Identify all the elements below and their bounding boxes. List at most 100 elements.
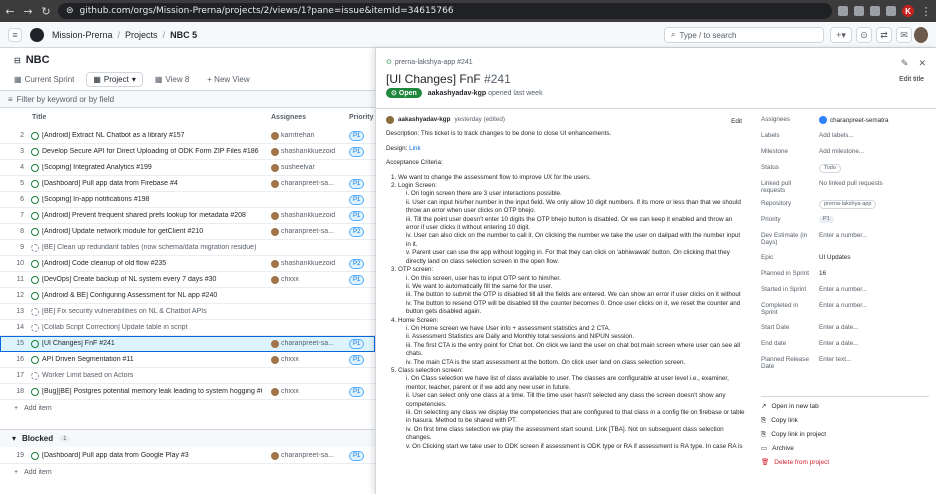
table-row[interactable]: 19 [Dashboard] Pull app data from Google … — [0, 448, 375, 464]
reload-icon[interactable]: ↻ — [40, 5, 52, 18]
row-title[interactable]: Develop Secure API for Direct Uploading … — [42, 148, 262, 155]
table-row[interactable]: 16 API Driven Segmentation #11 chxxx P1 — [0, 352, 375, 368]
add-item-button[interactable]: + Add item — [0, 400, 375, 416]
edit-title-button[interactable]: Edit title — [899, 76, 924, 83]
row-title[interactable]: [Android] Update network module for getC… — [42, 228, 262, 235]
field-epic[interactable]: Epic UI Updates — [761, 254, 929, 270]
table-row[interactable]: 6 [Scoping] In-app notifications #198 P1 — [0, 192, 375, 208]
user-avatar[interactable] — [914, 27, 928, 43]
hamburger-icon[interactable]: ≡ — [8, 27, 22, 42]
row-title[interactable]: API Driven Segmentation #11 — [42, 356, 262, 363]
profile-avatar[interactable]: K — [902, 5, 914, 17]
search-input[interactable]: ⌕ Type / to search — [664, 27, 824, 43]
blocked-group-header[interactable]: ▾ Blocked 1 — [0, 429, 375, 447]
field-started-sprint[interactable]: Started in Sprint Enter a number... — [761, 286, 929, 302]
close-icon[interactable]: ✕ — [918, 58, 926, 69]
issues-icon[interactable]: ⊙ — [856, 27, 872, 43]
table-row[interactable]: 3 Develop Secure API for Direct Uploading… — [0, 144, 375, 160]
row-title[interactable]: [DevOps] Create backup of NL system ever… — [42, 276, 262, 283]
table-row[interactable]: 17 Worker Limit based on Actors — [0, 368, 375, 384]
table-row[interactable]: 13 [BE] Fix security vulnerabilities on N… — [0, 304, 375, 320]
row-title[interactable]: [BE] Fix security vulnerabilities on NL … — [42, 308, 262, 315]
extension-icon[interactable] — [838, 6, 848, 16]
new-view-button[interactable]: + New View — [201, 73, 255, 86]
divider — [761, 396, 929, 397]
row-title[interactable]: [Dashboard] Pull app data from Google Pl… — [42, 452, 262, 459]
row-title[interactable]: Worker Limit based on Actors — [42, 372, 262, 379]
field-release-date[interactable]: Planned Release Date Enter text... — [761, 356, 929, 376]
comment-author[interactable]: aakashyadav-kgp — [398, 116, 451, 124]
sidebar-icon[interactable] — [886, 6, 896, 16]
row-title[interactable]: [Collab Script Correction] Update table … — [42, 324, 262, 331]
table-row[interactable]: 5 [Dashboard] Pull app data from Firebase… — [0, 176, 375, 192]
design-link[interactable]: Link — [409, 145, 421, 152]
breadcrumb-org[interactable]: Mission-Prerna — [52, 30, 113, 40]
table-row[interactable]: 9 [BE] Clean up redundant tables (now sch… — [0, 240, 375, 256]
extension-icon[interactable] — [854, 6, 864, 16]
forward-icon[interactable]: → — [22, 5, 34, 18]
puzzle-icon[interactable] — [870, 6, 880, 16]
tab-current-sprint[interactable]: ▦ Current Sprint — [8, 73, 80, 86]
table-row[interactable]: 2 [Android] Extract NL Chatbot as a libra… — [0, 128, 375, 144]
table-row[interactable]: 7 [Android] Prevent frequent shared prefs… — [0, 208, 375, 224]
github-logo-icon[interactable] — [30, 27, 44, 42]
chevron-down-icon[interactable]: ▾ — [12, 434, 16, 443]
author-link[interactable]: aakashyadav-kgp — [428, 90, 486, 97]
field-milestone[interactable]: Milestone Add milestone... — [761, 148, 929, 164]
archive-button[interactable]: ▭ Archive — [761, 442, 829, 456]
row-title[interactable]: [Android] Prevent frequent shared prefs … — [42, 212, 262, 219]
row-title[interactable]: [Android] Extract NL Chatbot as a librar… — [42, 132, 262, 139]
chevron-down-icon[interactable]: ▾ — [132, 75, 136, 84]
inbox-icon[interactable]: ✉ — [896, 27, 912, 43]
field-planned-sprint[interactable]: Planned in Sprint 16 — [761, 270, 929, 286]
table-row[interactable]: 4 [Scoping] Integrated Analytics #199 sush… — [0, 160, 375, 176]
field-labels[interactable]: Labels Add labels... — [761, 132, 929, 148]
field-priority[interactable]: Priority P1 — [761, 216, 929, 232]
field-assignees[interactable]: Assignees charanpreet-sematra — [761, 116, 929, 132]
field-start-date[interactable]: Start Date Enter a date... — [761, 324, 929, 340]
table-row[interactable]: 11 [DevOps] Create backup of NL system ev… — [0, 272, 375, 288]
table-row[interactable]: 14 [Collab Script Correction] Update tabl… — [0, 320, 375, 336]
row-title[interactable]: [BE] Clean up redundant tables (now sche… — [42, 244, 262, 251]
row-title[interactable]: [Android] Code cleanup of old flow #235 — [42, 260, 262, 267]
row-title[interactable]: [Scoping] In-app notifications #198 — [42, 196, 262, 203]
row-title[interactable]: [Scoping] Integrated Analytics #199 — [42, 164, 262, 171]
row-title[interactable]: [Dashboard] Pull app data from Firebase … — [42, 180, 262, 187]
table-row[interactable]: 8 [Android] Update network module for get… — [0, 224, 375, 240]
field-end-date[interactable]: End date Enter a date... — [761, 340, 929, 356]
add-item-button[interactable]: + Add item — [0, 464, 375, 480]
row-title[interactable]: [Bug][BE] Postgres potential memory leak… — [42, 388, 262, 395]
address-bar[interactable]: ⊜ github.com/orgs/Mission-Prerna/project… — [58, 3, 832, 19]
field-dev-estimate[interactable]: Dev Estimate (in Days) Enter a number... — [761, 232, 929, 254]
copy-link-button[interactable]: ⎘ Copy link — [761, 414, 829, 428]
table-row[interactable]: 12 [Android & BE] Configuring Assessment … — [0, 288, 375, 304]
breadcrumb-project[interactable]: NBC 5 — [170, 30, 197, 40]
row-title[interactable]: [UI Changes] FnF #241 — [42, 340, 262, 347]
tab-view-8[interactable]: ▦ View 8 — [149, 73, 195, 86]
pin-icon[interactable]: ✎ — [901, 58, 909, 69]
column-title[interactable]: Title — [32, 114, 46, 121]
repo-reference[interactable]: ⊙ prerna-lakshya-app #241 — [386, 58, 473, 67]
field-linked-prs[interactable]: Linked pull requests No linked pull reque… — [761, 180, 929, 200]
filter-input[interactable]: ≡ Filter by keyword or by field — [0, 90, 375, 108]
site-info-icon[interactable]: ⊜ — [66, 6, 74, 16]
table-row[interactable]: 15 [UI Changes] FnF #241 charanpreet-sa...… — [0, 336, 375, 352]
table-row[interactable]: 18 [Bug][BE] Postgres potential memory le… — [0, 384, 375, 400]
create-button[interactable]: +▾ — [830, 27, 852, 43]
table-row[interactable]: 10 [Android] Code cleanup of old flow #23… — [0, 256, 375, 272]
tab-project[interactable]: ▦ Project ▾ — [86, 71, 143, 87]
field-completed-sprint[interactable]: Completed in Sprint Enter a number... — [761, 302, 929, 324]
pull-requests-icon[interactable]: ⇄ — [876, 27, 892, 43]
copy-project-link-button[interactable]: ⎘ Copy link in project — [761, 428, 829, 442]
edit-comment-button[interactable]: Edit — [731, 118, 742, 126]
row-title[interactable]: [Android & BE] Configuring Assessment fo… — [42, 292, 262, 299]
open-new-tab-button[interactable]: ↗ Open in new tab — [761, 400, 829, 414]
field-repository[interactable]: Repository prerna-lakshya-app — [761, 200, 929, 216]
column-priority[interactable]: Priority — [349, 114, 374, 121]
back-icon[interactable]: ← — [4, 5, 16, 18]
menu-icon[interactable]: ⋮ — [920, 5, 932, 18]
breadcrumb-projects[interactable]: Projects — [125, 30, 158, 40]
delete-button[interactable]: 🗑 Delete from project — [761, 456, 829, 470]
field-status[interactable]: Status Todo — [761, 164, 929, 180]
column-assignees[interactable]: Assignees — [271, 114, 306, 121]
